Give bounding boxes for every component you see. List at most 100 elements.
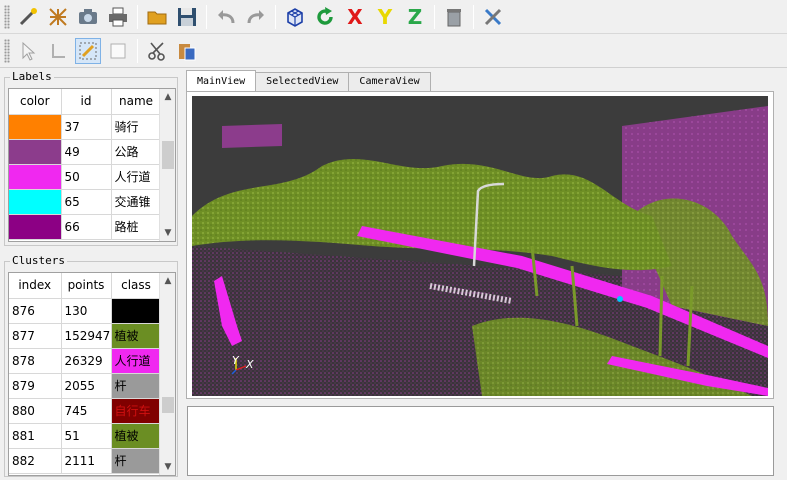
redo-button[interactable] — [243, 4, 269, 30]
labels-scroll-thumb[interactable] — [162, 141, 174, 169]
scroll-up-icon[interactable]: ▲ — [160, 89, 175, 105]
clusters-row[interactable]: 876 130 — [9, 298, 162, 324]
cube-view-button[interactable] — [282, 4, 308, 30]
toolbar-separator — [473, 4, 474, 29]
clusters-row[interactable]: 881 51 植被 — [9, 423, 162, 449]
labels-col-id[interactable]: id — [61, 89, 112, 115]
label-color-swatch[interactable] — [9, 189, 62, 215]
annotate-tool-button[interactable] — [75, 37, 101, 64]
cluster-points: 745 — [61, 398, 112, 424]
cursor-arrow-icon — [22, 41, 36, 61]
point-cloud-viewport[interactable]: Y X — [192, 96, 768, 396]
clusters-scroll-thumb[interactable] — [162, 397, 174, 413]
clusters-scrollbar[interactable]: ▲ ▼ — [159, 273, 175, 475]
cluster-index: 879 — [9, 373, 62, 399]
labels-row[interactable]: 66 路桩 — [9, 214, 162, 240]
view-y-button[interactable]: Y — [372, 4, 398, 30]
tab-selectedview[interactable]: SelectedView — [255, 72, 350, 91]
view-x-button[interactable]: X — [342, 4, 368, 30]
labels-row[interactable]: 65 交通锥 — [9, 189, 162, 215]
undo-arrow-icon — [218, 9, 235, 23]
point-cloud-render: Y X — [192, 96, 768, 396]
cluster-class[interactable]: 植被 — [111, 423, 162, 449]
label-color-swatch[interactable] — [9, 114, 62, 140]
clusters-row[interactable]: 882 2111 杆 — [9, 448, 162, 474]
select-pointer-button[interactable] — [15, 38, 41, 64]
save-button[interactable] — [174, 4, 200, 30]
label-color-swatch[interactable] — [9, 164, 62, 190]
polyline-tool-button[interactable] — [45, 38, 71, 64]
clusters-row[interactable]: 877 152947 植被 — [9, 323, 162, 349]
scroll-up-icon[interactable]: ▲ — [160, 273, 175, 289]
label-name: 人行道 — [111, 164, 162, 190]
label-color-swatch[interactable] — [9, 139, 62, 165]
cluster-class[interactable]: 杆 — [111, 448, 162, 474]
labels-row[interactable]: 49 公路 — [9, 139, 162, 165]
refresh-button[interactable] — [312, 4, 338, 30]
cut-button[interactable] — [144, 38, 170, 64]
label-color-swatch[interactable] — [9, 214, 62, 240]
label-id: 49 — [61, 139, 112, 165]
toolbar-grip[interactable] — [4, 38, 10, 63]
scroll-down-icon[interactable]: ▼ — [160, 459, 175, 475]
cluster-index: 881 — [9, 423, 62, 449]
view-z-button[interactable]: Z — [402, 4, 428, 30]
settings-wand-button[interactable] — [15, 4, 41, 30]
printer-icon — [109, 7, 127, 26]
cluster-class[interactable]: 人行道 — [111, 348, 162, 374]
clusters-col-points[interactable]: points — [61, 273, 112, 299]
trash-icon — [447, 8, 461, 26]
labels-table: color id name 37 骑行 49 公路 50 人行道 65 交通锥 66 路桩 ▲ ▼ — [8, 88, 176, 242]
pen-box-icon — [79, 42, 97, 59]
axis-z-label: Z — [407, 4, 423, 29]
grid-cross-icon — [49, 7, 67, 26]
cluster-class[interactable]: 自行车 — [111, 398, 162, 424]
clusters-row[interactable]: 878 26329 人行道 — [9, 348, 162, 374]
paste-button[interactable] — [174, 38, 200, 64]
rectangle-icon — [110, 43, 126, 58]
cluster-class[interactable] — [111, 298, 162, 324]
edit-toolbar — [0, 34, 787, 68]
camera-button[interactable] — [75, 4, 101, 30]
cluster-index: 878 — [9, 348, 62, 374]
clusters-col-index[interactable]: index — [9, 273, 62, 299]
tab-mainview[interactable]: MainView — [186, 70, 257, 91]
labels-row[interactable]: 50 人行道 — [9, 164, 162, 190]
cluster-points: 2055 — [61, 373, 112, 399]
wrench-screwdriver-icon — [484, 8, 502, 25]
toolbar-separator — [137, 4, 138, 29]
labels-col-color[interactable]: color — [9, 89, 62, 115]
labels-row[interactable]: 37 骑行 — [9, 114, 162, 140]
trash-button[interactable] — [441, 4, 467, 30]
tools-button[interactable] — [480, 4, 506, 30]
rectangle-tool-button[interactable] — [105, 38, 131, 64]
polyline-icon — [52, 43, 65, 58]
labels-scrollbar[interactable]: ▲ ▼ — [159, 89, 175, 241]
cluster-index: 877 — [9, 323, 62, 349]
axis-x-label: X — [347, 4, 363, 29]
cluster-points: 2111 — [61, 448, 112, 474]
scroll-down-icon[interactable]: ▼ — [160, 225, 175, 241]
open-folder-button[interactable] — [144, 4, 170, 30]
cluster-class[interactable]: 杆 — [111, 373, 162, 399]
labels-col-name[interactable]: name — [111, 89, 162, 115]
cluster-class[interactable]: 植被 — [111, 323, 162, 349]
clusters-title: Clusters — [10, 254, 67, 267]
label-id: 65 — [61, 189, 112, 215]
floppy-disk-icon — [178, 7, 196, 26]
clusters-row[interactable]: 879 2055 杆 — [9, 373, 162, 399]
toolbar-separator — [206, 4, 207, 29]
toolbar-separator — [275, 4, 276, 29]
undo-button[interactable] — [213, 4, 239, 30]
clusters-table: index points class 876 130 877 152947 植被 878 2… — [8, 272, 176, 476]
paste-document-icon — [179, 43, 196, 60]
clusters-row[interactable]: 880 745 自行车 — [9, 398, 162, 424]
toolbar-grip[interactable] — [4, 4, 10, 29]
cluster-index: 876 — [9, 298, 62, 324]
traffic-cone-point — [617, 296, 623, 302]
tab-cameraview[interactable]: CameraView — [348, 72, 431, 91]
output-log-panel[interactable] — [187, 406, 774, 476]
clusters-col-class[interactable]: class — [111, 273, 162, 299]
print-button[interactable] — [105, 4, 131, 30]
grid-tool-button[interactable] — [45, 4, 71, 30]
